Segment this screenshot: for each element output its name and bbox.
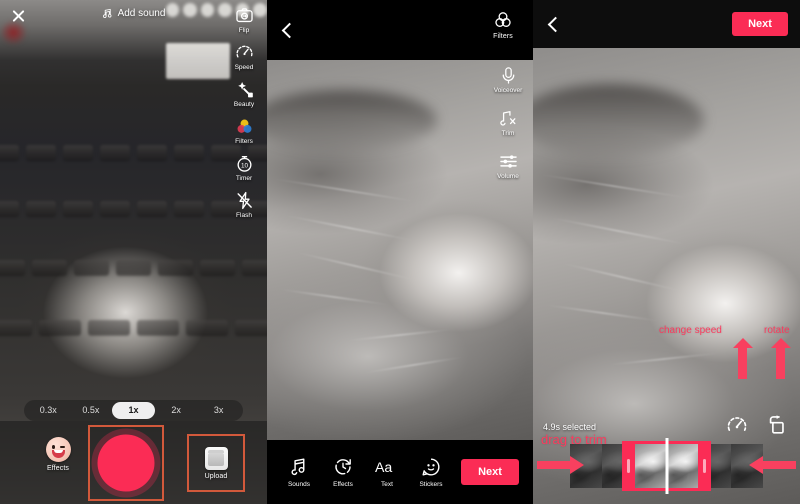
tool-flip[interactable]: Flip [225, 6, 263, 34]
annotation-arrow-trim-left [537, 456, 584, 474]
chevron-left-icon[interactable] [545, 16, 561, 32]
edit-bottom-bar: Sounds Effects Aa Text Stickers Next [267, 440, 533, 504]
tool-beauty[interactable]: Beauty [225, 80, 263, 108]
trim-handle-left[interactable] [621, 441, 635, 491]
music-note-icon [291, 457, 305, 475]
speed-selector[interactable]: 0.3x 0.5x 1x 2x 3x [24, 400, 243, 421]
speed-option-0.3x[interactable]: 0.3x [27, 402, 70, 419]
microphone-icon [502, 67, 514, 84]
effects-clock-icon [335, 458, 351, 475]
trim-timeline[interactable] [570, 438, 764, 494]
edit-side-toolbar: Voiceover Trim Volume [487, 66, 529, 180]
speedometer-icon[interactable] [726, 414, 748, 436]
bottom-tool-sounds[interactable]: Sounds [277, 457, 321, 488]
tool-speed[interactable]: Speed [225, 43, 263, 71]
add-sound-label: Add sound [117, 8, 166, 19]
beauty-wand-icon [237, 81, 253, 98]
tool-flash-label: Flash [236, 212, 252, 219]
rotate-icon[interactable] [766, 414, 788, 436]
panel-camera-capture: Add sound Flip Speed Beauty Filters 10 T… [0, 0, 267, 504]
three-panel-screenshot: Add sound Flip Speed Beauty Filters 10 T… [0, 0, 800, 504]
timer-10-icon: 10 [236, 156, 252, 172]
speed-option-3x[interactable]: 3x [197, 402, 240, 419]
gallery-thumbnail-icon [204, 446, 228, 470]
music-trim-icon [499, 111, 515, 126]
effects-button[interactable]: Effects [36, 437, 80, 472]
trim-top-bar: Next [533, 0, 800, 48]
annotation-rotate: rotate [764, 325, 790, 336]
capture-side-toolbar: Flip Speed Beauty Filters 10 Timer Flash [225, 6, 263, 219]
bottom-tool-effects-label: Effects [333, 480, 353, 488]
annotation-arrow-rotate [770, 338, 791, 379]
upload-label: Upload [204, 472, 228, 480]
annotation-change-speed: change speed [659, 325, 722, 336]
annotation-drag-to-trim: drag to trim [541, 432, 607, 447]
speed-option-0.5x[interactable]: 0.5x [70, 402, 113, 419]
close-icon[interactable] [10, 7, 27, 24]
svg-text:Aa: Aa [375, 458, 392, 474]
edit-top-bar: Filters [267, 0, 533, 60]
trim-tool-row [726, 414, 788, 436]
filters-label: Filters [493, 33, 513, 40]
record-shutter-button[interactable] [97, 434, 155, 492]
smiley-wink-icon [45, 437, 71, 462]
tool-filters-label: Filters [235, 138, 253, 145]
speed-option-1x[interactable]: 1x [112, 402, 155, 419]
annotation-arrow-change-speed [732, 338, 753, 379]
sticker-face-icon [422, 457, 440, 476]
chevron-left-icon[interactable] [279, 22, 295, 38]
filters-circles-icon [495, 12, 511, 27]
filters-button[interactable]: Filters [483, 10, 523, 40]
speed-option-2x[interactable]: 2x [155, 402, 198, 419]
camera-flip-icon [235, 8, 253, 23]
tool-trim-label: Trim [501, 130, 515, 137]
tool-timer-label: Timer [235, 175, 253, 182]
tool-volume[interactable]: Volume [489, 152, 527, 180]
bottom-tool-sounds-label: Sounds [287, 480, 311, 488]
bottom-tool-effects[interactable]: Effects [321, 457, 365, 488]
filters-circles-icon [237, 119, 251, 133]
tool-trim[interactable]: Trim [489, 109, 527, 137]
annotation-arrow-trim-right [749, 456, 796, 474]
playhead-indicator[interactable] [665, 438, 668, 494]
bottom-tool-text-label: Text [381, 480, 393, 488]
tool-timer[interactable]: 10 Timer [225, 154, 263, 182]
panel-video-edit: Filters Voiceover Trim Volume Sounds Eff… [267, 0, 533, 504]
tool-beauty-label: Beauty [233, 101, 255, 108]
bottom-tool-text[interactable]: Aa Text [365, 457, 409, 488]
bottom-tool-stickers-label: Stickers [419, 480, 443, 488]
tool-volume-label: Volume [497, 173, 519, 180]
selection-duration-label: 4.9s selected [543, 422, 597, 432]
next-button[interactable]: Next [732, 12, 788, 36]
trim-handle-right[interactable] [698, 441, 712, 491]
effects-label: Effects [47, 465, 69, 472]
tool-speed-label: Speed [234, 64, 254, 71]
volume-sliders-icon [499, 155, 517, 168]
speedometer-icon [236, 45, 252, 58]
tool-flip-label: Flip [238, 27, 250, 34]
bottom-tool-stickers[interactable]: Stickers [409, 457, 453, 488]
svg-text:10: 10 [240, 162, 248, 169]
tool-filters[interactable]: Filters [225, 117, 263, 145]
tool-voiceover-label: Voiceover [493, 87, 523, 94]
panel-video-trim: Next change speed rotate 4.9s selected d… [533, 0, 800, 504]
record-button-highlight[interactable] [88, 425, 164, 501]
capture-bottom-bar: Effects Upload [0, 421, 267, 504]
tool-voiceover[interactable]: Voiceover [489, 66, 527, 94]
next-button[interactable]: Next [461, 459, 519, 485]
text-aa-icon: Aa [375, 458, 392, 474]
music-note-icon [102, 8, 112, 18]
upload-button-highlight[interactable]: Upload [187, 434, 245, 492]
tool-flash[interactable]: Flash [225, 191, 263, 219]
flash-off-icon [236, 191, 252, 210]
